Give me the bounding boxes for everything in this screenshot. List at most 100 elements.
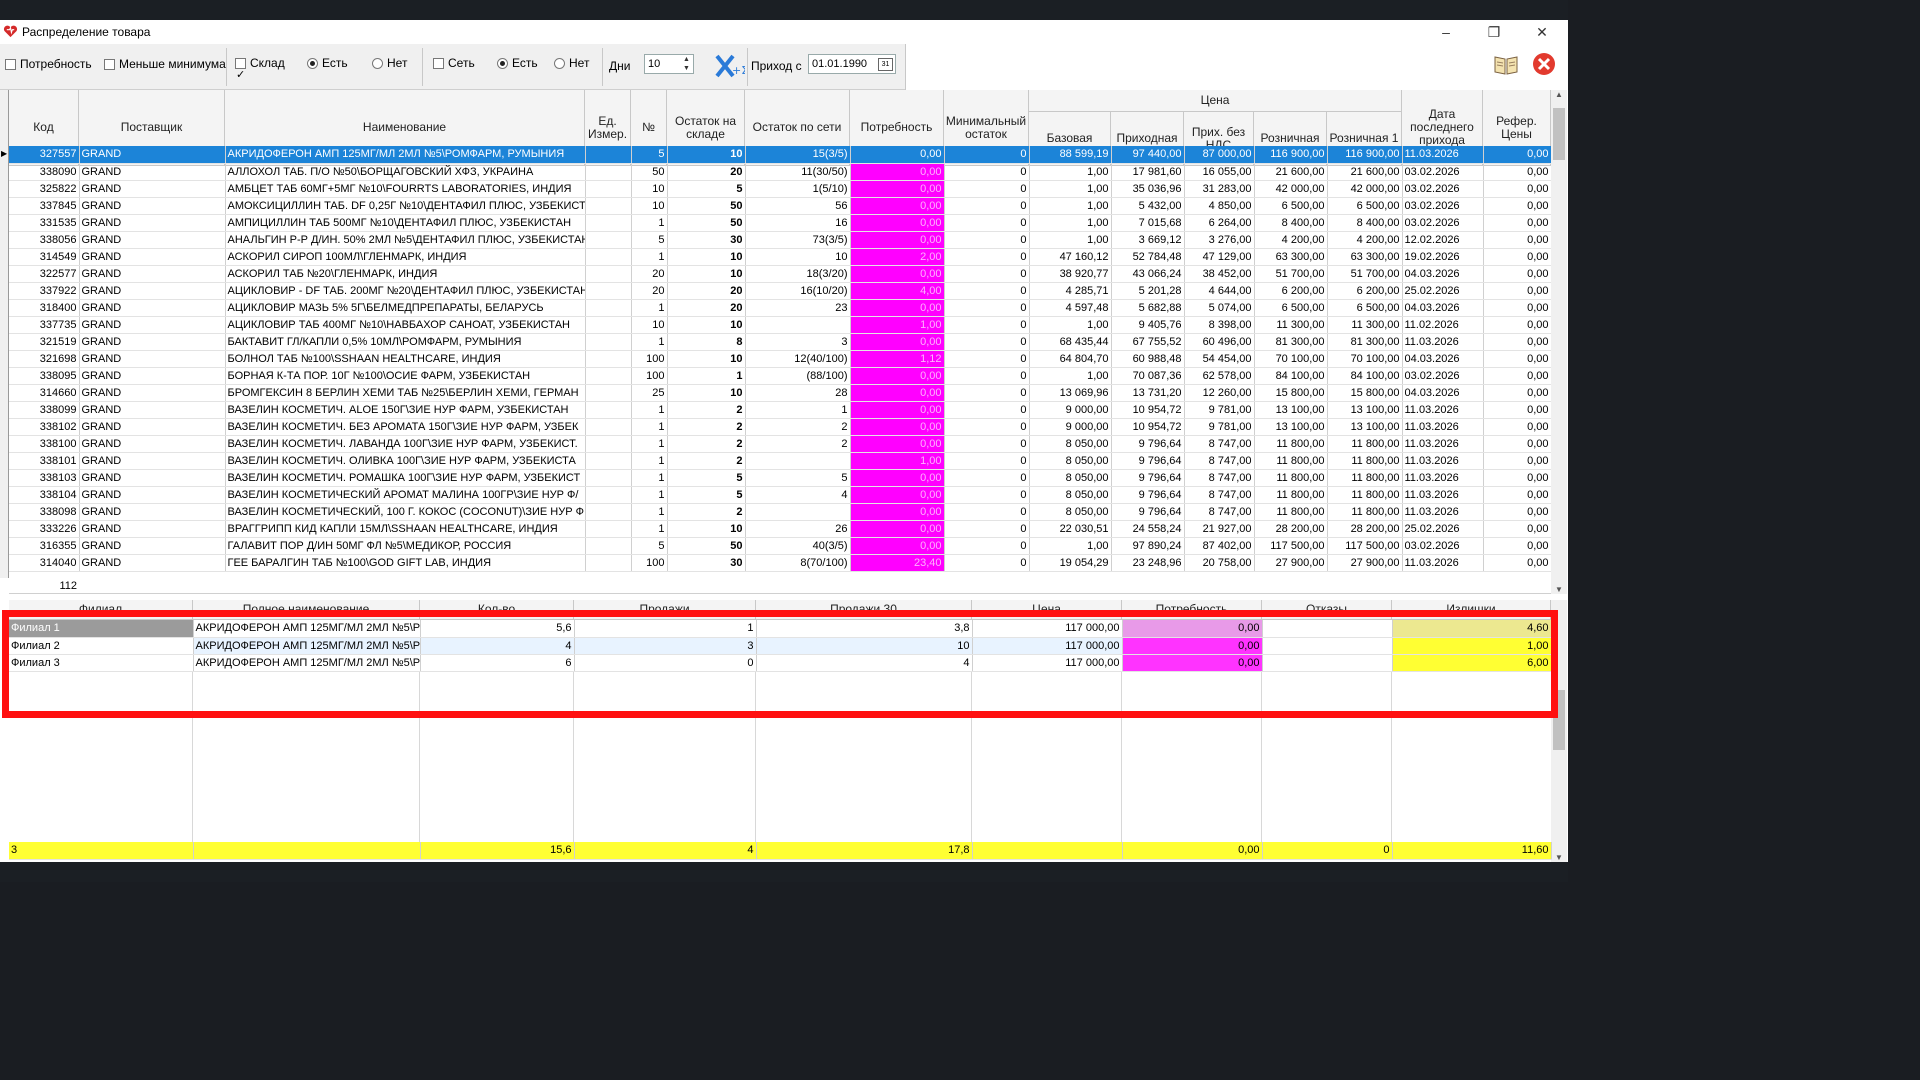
table-row[interactable]: 338098 GRAND ВАЗЕЛИН КОСМЕТИЧЕСКИЙ, 100 Г.… xyxy=(9,503,1552,521)
cell-incoming-novat[interactable]: 8 747,00 xyxy=(1184,435,1255,453)
cell-code[interactable]: 337735 xyxy=(9,316,80,334)
less-min-filter[interactable]: Меньше минимума xyxy=(104,44,226,90)
cell-supplier[interactable]: GRAND xyxy=(79,503,226,521)
table-row[interactable]: 337735 GRAND АЦИКЛОВИР ТАБ 400МГ №10\НАВБА… xyxy=(9,316,1552,334)
cell-min-stock[interactable]: 0 xyxy=(944,197,1030,215)
cell-min-stock[interactable]: 0 xyxy=(944,469,1030,487)
cell-last-arrival[interactable]: 03.02.2026 xyxy=(1402,537,1484,555)
cell-need[interactable]: 0,00 xyxy=(850,367,945,385)
cell-retail[interactable]: 11 800,00 xyxy=(1254,469,1328,487)
cell-code[interactable]: 338090 xyxy=(9,163,80,181)
cell-unit[interactable] xyxy=(585,401,632,419)
cell-incoming-novat[interactable]: 8 747,00 xyxy=(1184,452,1255,470)
table-row[interactable]: 327557 GRAND АКРИДОФЕРОН АМП 125МГ/МЛ 2МЛ … xyxy=(9,146,1552,164)
cell-base-price[interactable]: 68 435,44 xyxy=(1029,333,1112,351)
cell-num[interactable]: 1 xyxy=(631,486,668,504)
cell-base-price[interactable]: 64 804,70 xyxy=(1029,350,1112,368)
cell-need[interactable]: 2,00 xyxy=(850,248,945,266)
cell-incoming-price[interactable]: 9 796,64 xyxy=(1111,452,1185,470)
cell-need[interactable]: 0,00 xyxy=(850,214,945,232)
cell-code[interactable]: 338100 xyxy=(9,435,80,453)
table-row[interactable]: 325822 GRAND АМБЦЕТ ТАБ 60МГ+5МГ №10\FOURR… xyxy=(9,180,1552,198)
cell-base-price[interactable]: 22 030,51 xyxy=(1029,520,1112,538)
cell-ref-price[interactable]: 0,00 xyxy=(1483,350,1552,368)
table-row[interactable]: 314660 GRAND БРОМГЕКСИН 8 БЕРЛИН ХЕМИ ТАБ … xyxy=(9,384,1552,402)
cell-stock-warehouse[interactable]: 5 xyxy=(667,180,746,198)
close-window-button[interactable]: ✕ xyxy=(1522,22,1562,42)
net-yes-radio[interactable]: Есть xyxy=(497,44,538,90)
cell-retail[interactable]: 21 600,00 xyxy=(1254,163,1328,181)
cell-code[interactable]: 314549 xyxy=(9,248,80,266)
cell-supplier[interactable]: GRAND xyxy=(79,469,226,487)
cell-min-stock[interactable]: 0 xyxy=(944,333,1030,351)
cell-last-arrival[interactable]: 04.03.2026 xyxy=(1402,265,1484,283)
cell-last-arrival[interactable]: 04.03.2026 xyxy=(1402,299,1484,317)
net-filter[interactable]: Сеть xyxy=(433,44,475,90)
cell-retail1[interactable]: 27 900,00 xyxy=(1327,554,1403,572)
cell-base-price[interactable]: 1,00 xyxy=(1029,197,1112,215)
table-row[interactable]: 338100 GRAND ВАЗЕЛИН КОСМЕТИЧ. ЛАВАНДА 100… xyxy=(9,435,1552,453)
cell-unit[interactable] xyxy=(585,180,632,198)
cell-code[interactable]: 338095 xyxy=(9,367,80,385)
cell-retail1[interactable]: 42 000,00 xyxy=(1327,180,1403,198)
cell-num[interactable]: 20 xyxy=(631,265,668,283)
cell-unit[interactable] xyxy=(585,163,632,181)
table-row[interactable]: 338104 GRAND ВАЗЕЛИН КОСМЕТИЧЕСКИЙ АРОМАТ … xyxy=(9,486,1552,504)
cell-min-stock[interactable]: 0 xyxy=(944,350,1030,368)
cell-min-stock[interactable]: 0 xyxy=(944,299,1030,317)
cell-base-price[interactable]: 1,00 xyxy=(1029,214,1112,232)
cell-incoming-novat[interactable]: 6 264,00 xyxy=(1184,214,1255,232)
cell-incoming-price[interactable]: 17 981,60 xyxy=(1111,163,1185,181)
cell-num[interactable]: 100 xyxy=(631,350,668,368)
cell-incoming-price[interactable]: 43 066,24 xyxy=(1111,265,1185,283)
cell-ref-price[interactable]: 0,00 xyxy=(1483,452,1552,470)
cell-code[interactable]: 337845 xyxy=(9,197,80,215)
cell-min-stock[interactable]: 0 xyxy=(944,231,1030,249)
cell-name[interactable]: БРОМГЕКСИН 8 БЕРЛИН ХЕМИ ТАБ №25\БЕРЛИН … xyxy=(225,384,586,402)
cell-unit[interactable] xyxy=(585,248,632,266)
cell-base-price[interactable]: 1,00 xyxy=(1029,180,1112,198)
stock-filter[interactable]: Склад xyxy=(235,44,285,94)
cell-need[interactable]: 0,00 xyxy=(850,146,945,164)
cell-base-price[interactable]: 13 069,96 xyxy=(1029,384,1112,402)
cell-unit[interactable] xyxy=(585,231,632,249)
cell-stock-network[interactable] xyxy=(745,452,851,470)
cell-stock-network[interactable]: 56 xyxy=(745,197,851,215)
cell-base-price[interactable]: 1,00 xyxy=(1029,316,1112,334)
table-row[interactable]: 314040 GRAND ГЕЕ БАРАЛГИН ТАБ №100\GOD GIF… xyxy=(9,554,1552,572)
cell-ref-price[interactable]: 0,00 xyxy=(1483,197,1552,215)
cell-num[interactable]: 10 xyxy=(631,197,668,215)
cell-num[interactable]: 1 xyxy=(631,333,668,351)
cell-stock-warehouse[interactable]: 2 xyxy=(667,435,746,453)
cell-ref-price[interactable]: 0,00 xyxy=(1483,282,1552,300)
detail-scroll-down-icon[interactable]: ▼ xyxy=(1551,853,1567,862)
cell-code[interactable]: 338103 xyxy=(9,469,80,487)
cell-incoming-novat[interactable]: 54 454,00 xyxy=(1184,350,1255,368)
cell-num[interactable]: 100 xyxy=(631,554,668,572)
cell-retail1[interactable]: 11 800,00 xyxy=(1327,435,1403,453)
cell-num[interactable]: 5 xyxy=(631,537,668,555)
cell-num[interactable]: 1 xyxy=(631,401,668,419)
cell-code[interactable]: 338099 xyxy=(9,401,80,419)
scroll-up-icon[interactable]: ▲ xyxy=(1551,90,1567,99)
cell-retail1[interactable]: 6 200,00 xyxy=(1327,282,1403,300)
cell-num[interactable]: 1 xyxy=(631,214,668,232)
table-row[interactable]: 337922 GRAND АЦИКЛОВИР - DF ТАБ. 200МГ №20… xyxy=(9,282,1552,300)
cell-stock-warehouse[interactable]: 10 xyxy=(667,384,746,402)
cell-last-arrival[interactable]: 03.02.2026 xyxy=(1402,214,1484,232)
cell-unit[interactable] xyxy=(585,146,632,164)
cell-retail[interactable]: 81 300,00 xyxy=(1254,333,1328,351)
cell-name[interactable]: АМБЦЕТ ТАБ 60МГ+5МГ №10\FOURRTS LABORATO… xyxy=(225,180,586,198)
cell-unit[interactable] xyxy=(585,486,632,504)
cell-unit[interactable] xyxy=(585,384,632,402)
cell-retail1[interactable]: 21 600,00 xyxy=(1327,163,1403,181)
cell-name[interactable]: АЦИКЛОВИР - DF ТАБ. 200МГ №20\ДЕНТАФИЛ П… xyxy=(225,282,586,300)
cell-base-price[interactable]: 1,00 xyxy=(1029,163,1112,181)
cell-stock-warehouse[interactable]: 8 xyxy=(667,333,746,351)
cell-retail[interactable]: 28 200,00 xyxy=(1254,520,1328,538)
cell-retail1[interactable]: 28 200,00 xyxy=(1327,520,1403,538)
cell-name[interactable]: АСКОРИЛ ТАБ №20\ГЛЕНМАРК, ИНДИЯ xyxy=(225,265,586,283)
cell-stock-network[interactable]: 73(3/5) xyxy=(745,231,851,249)
cell-incoming-novat[interactable]: 87 402,00 xyxy=(1184,537,1255,555)
cell-retail[interactable]: 116 900,00 xyxy=(1254,146,1328,164)
